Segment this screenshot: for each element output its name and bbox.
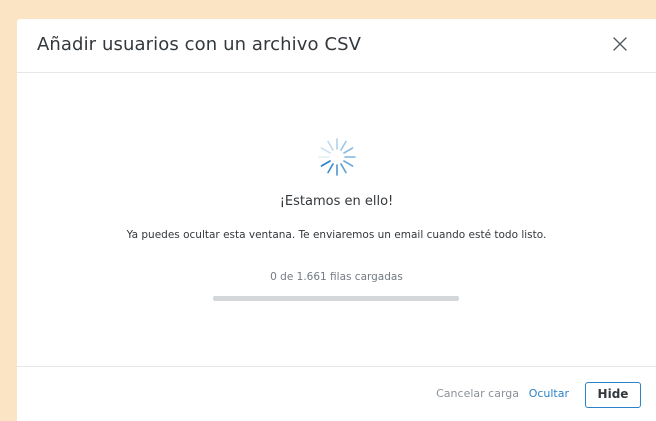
spinner-spoke: [320, 160, 331, 167]
cancel-upload-link[interactable]: Cancelar carga: [436, 387, 519, 400]
hide-button[interactable]: Hide: [585, 382, 641, 408]
spinner-spoke: [343, 160, 354, 167]
spinner-spoke: [320, 147, 331, 154]
csv-upload-dialog: Añadir usuarios con un archivo CSV ¡Esta…: [17, 19, 656, 421]
progress-count: 0 de 1.661 filas cargadas: [270, 271, 403, 283]
spinner-spoke: [343, 147, 354, 154]
status-heading: ¡Estamos en ello!: [279, 194, 394, 209]
upload-progress-bar: [213, 296, 459, 301]
dialog-body: ¡Estamos en ello! Ya puedes ocultar esta…: [17, 73, 656, 366]
spinner-spoke: [327, 140, 334, 151]
hide-link[interactable]: Ocultar: [529, 387, 569, 400]
status-message: Ya puedes ocultar esta ventana. Te envia…: [126, 229, 547, 241]
loading-spinner-icon: [318, 138, 356, 176]
dialog-title: Añadir usuarios con un archivo CSV: [37, 34, 362, 55]
spinner-spoke: [340, 140, 347, 151]
spinner-spoke: [327, 163, 334, 174]
spinner-spoke: [340, 163, 347, 174]
dialog-header: Añadir usuarios con un archivo CSV: [17, 19, 656, 73]
close-icon[interactable]: [612, 36, 628, 52]
dialog-footer: Cancelar carga Ocultar Hide: [17, 366, 656, 421]
